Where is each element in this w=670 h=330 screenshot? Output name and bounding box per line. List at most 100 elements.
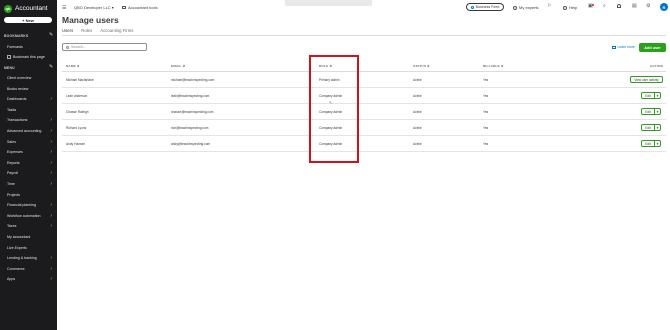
sidebar-item-my-accountant[interactable]: My accountant (7, 235, 55, 239)
sidebar-item-reports[interactable]: Reports › (7, 159, 55, 166)
sidebar-item-client-overview[interactable]: Client overview (7, 76, 55, 80)
sidebar: qb Accountant + New BOOKMARKS ✎ Forecast… (0, 0, 57, 330)
cell-email: michael@teachinspecting.com (171, 78, 215, 82)
edit-button[interactable]: Edit (641, 92, 655, 99)
sidebar-item-apps[interactable]: Apps › (7, 276, 55, 283)
sidebar-item-workflow-automation[interactable]: Workflow automation › (7, 213, 55, 219)
table-row: Andy Hansen andy@teachinspecting.com Compa… (62, 136, 666, 152)
sidebar-item-dashboards[interactable]: Dashboards › (7, 96, 55, 103)
chevron-down-icon[interactable]: ▾ (655, 108, 661, 115)
cell-billable: Yes (483, 126, 489, 130)
sidebar-item-projects[interactable]: Projects (7, 193, 55, 197)
learn-more-link[interactable]: Learn more (612, 45, 635, 49)
page-title: Manage users (62, 15, 119, 25)
sidebar-item-label: Lending & banking (7, 256, 37, 261)
chevron-right-icon: › (50, 265, 52, 272)
accountant-tools-button[interactable]: Accountant tools (122, 5, 158, 10)
edit-split-button: Edit ▾ (641, 140, 661, 147)
bell-icon[interactable] (617, 4, 621, 10)
view-user-activity-button[interactable]: View user activity (630, 76, 663, 83)
cell-email: chasse@teachinspecting.com (171, 110, 214, 114)
sidebar-item-label: Taxes (7, 224, 17, 229)
sidebar-item-label: Advanced accounting (7, 129, 42, 133)
edit-button[interactable]: Edit (641, 108, 655, 115)
apps-grid-icon[interactable]: ▤ (632, 4, 637, 9)
sidebar-item-label: Workflow automation (7, 213, 41, 218)
sidebar-item-payroll[interactable]: Payroll › (7, 170, 55, 176)
sidebar-item-financial-planning[interactable]: Financial planning › (7, 202, 55, 208)
edit-bookmarks-pencil-icon[interactable]: ✎ (49, 32, 53, 38)
sidebar-item-live-experts[interactable]: Live Experts (7, 246, 55, 250)
bookmark-forecasts-label: Forecasts (7, 45, 23, 49)
header-action: ACTION (650, 64, 664, 68)
brand[interactable]: qb Accountant (4, 4, 48, 13)
header-status[interactable]: STATUS ⇵ (413, 64, 430, 68)
chevron-down-icon[interactable]: ▾ (655, 92, 661, 99)
search-placeholder: Search... (71, 45, 87, 49)
cell-billable: Yes (483, 142, 489, 146)
table-row: Richard Lyons rich@teachinspecting.com Com… (62, 120, 666, 136)
sidebar-item-label: Time (7, 182, 15, 186)
chevron-right-icon: › (50, 159, 52, 166)
person-icon (513, 5, 517, 10)
chevron-down-icon[interactable]: ▾ (655, 140, 661, 147)
edit-menu-pencil-icon[interactable]: ✎ (49, 64, 53, 70)
sidebar-item-tasks[interactable]: Tasks (7, 108, 55, 112)
bookmark-forecasts[interactable]: Forecasts (7, 45, 23, 49)
gift-icon[interactable]: ▣ (588, 4, 594, 9)
sidebar-item-label: Commerce (7, 266, 25, 271)
sidebar-item-time[interactable]: Time › (7, 181, 55, 187)
cell-billable: Yes (483, 78, 489, 82)
header-billable[interactable]: BILLABLE ⇵ (483, 64, 504, 68)
help-button[interactable]: Help (563, 5, 577, 10)
edit-button[interactable]: Edit (641, 124, 655, 131)
cell-name: Chasse Raleigh (66, 110, 89, 114)
sidebar-item-label: Sales (7, 139, 16, 144)
sidebar-item-advanced-accounting[interactable]: Advanced accounting › (7, 128, 55, 134)
hamburger-menu-icon[interactable]: ☰ (62, 5, 66, 11)
cell-status: Active (413, 110, 422, 114)
edit-button[interactable]: Edit (641, 140, 655, 147)
chevron-right-icon: › (50, 223, 52, 230)
new-button[interactable]: + New (4, 17, 52, 23)
top-bar: ☰ QBO Developer LLC ▾ Accountant tools B… (57, 0, 670, 15)
sidebar-item-books-review[interactable]: Books review (7, 87, 55, 91)
sidebar-item-taxes[interactable]: Taxes › (7, 223, 55, 230)
cell-name: Richard Lyons (66, 126, 87, 130)
search-icon[interactable]: ⌕ (603, 4, 606, 9)
bookmark-this-page-label: Bookmark this page (13, 55, 45, 59)
bookmark-this-page[interactable]: Bookmark this page (7, 55, 45, 59)
add-user-button[interactable]: Add user (639, 43, 666, 52)
bookmark-checkbox-icon (7, 55, 11, 59)
header-status-label: STATUS (413, 64, 427, 68)
chevron-right-icon: › (50, 276, 52, 283)
sidebar-item-label: Tasks (7, 107, 17, 112)
header-email[interactable]: EMAIL ⇵ (171, 64, 185, 68)
sidebar-item-lending-banking[interactable]: Lending & banking › (7, 255, 55, 261)
search-input[interactable]: Search... (62, 43, 147, 51)
sidebar-item-sales[interactable]: Sales › (7, 139, 55, 145)
bookmarks-title: BOOKMARKS (4, 34, 29, 38)
book-icon (612, 45, 616, 49)
briefcase-icon (122, 5, 126, 10)
avatar[interactable]: R (660, 3, 668, 11)
my-experts-button[interactable]: My experts (513, 5, 539, 10)
company-switcher[interactable]: QBO Developer LLC ▾ (74, 5, 114, 10)
cell-status: Active (413, 78, 422, 82)
table-row: Leah anderson leah@teachinspecting.com Com… (62, 88, 666, 104)
sidebar-item-expenses[interactable]: Expenses › (7, 149, 55, 155)
sidebar-item-commerce[interactable]: Commerce › (7, 265, 55, 272)
business-feed-button[interactable]: Business Feed (466, 3, 504, 11)
my-experts-label: My experts (519, 5, 539, 10)
edit-split-button: Edit ▾ (641, 124, 661, 131)
megaphone-icon[interactable]: ⚐ (547, 4, 551, 9)
company-name: QBO Developer LLC (74, 5, 111, 10)
header-name[interactable]: NAME ⇵ (66, 64, 80, 68)
header-name-label: NAME (66, 64, 76, 68)
sidebar-item-transactions[interactable]: Transactions › (7, 117, 55, 123)
role-column-highlight-box (309, 55, 359, 163)
chevron-down-icon[interactable]: ▾ (655, 124, 661, 131)
gear-icon[interactable]: ⚙ (646, 4, 650, 9)
accountant-tools-label: Accountant tools (128, 5, 158, 10)
chevron-right-icon: › (50, 96, 52, 103)
